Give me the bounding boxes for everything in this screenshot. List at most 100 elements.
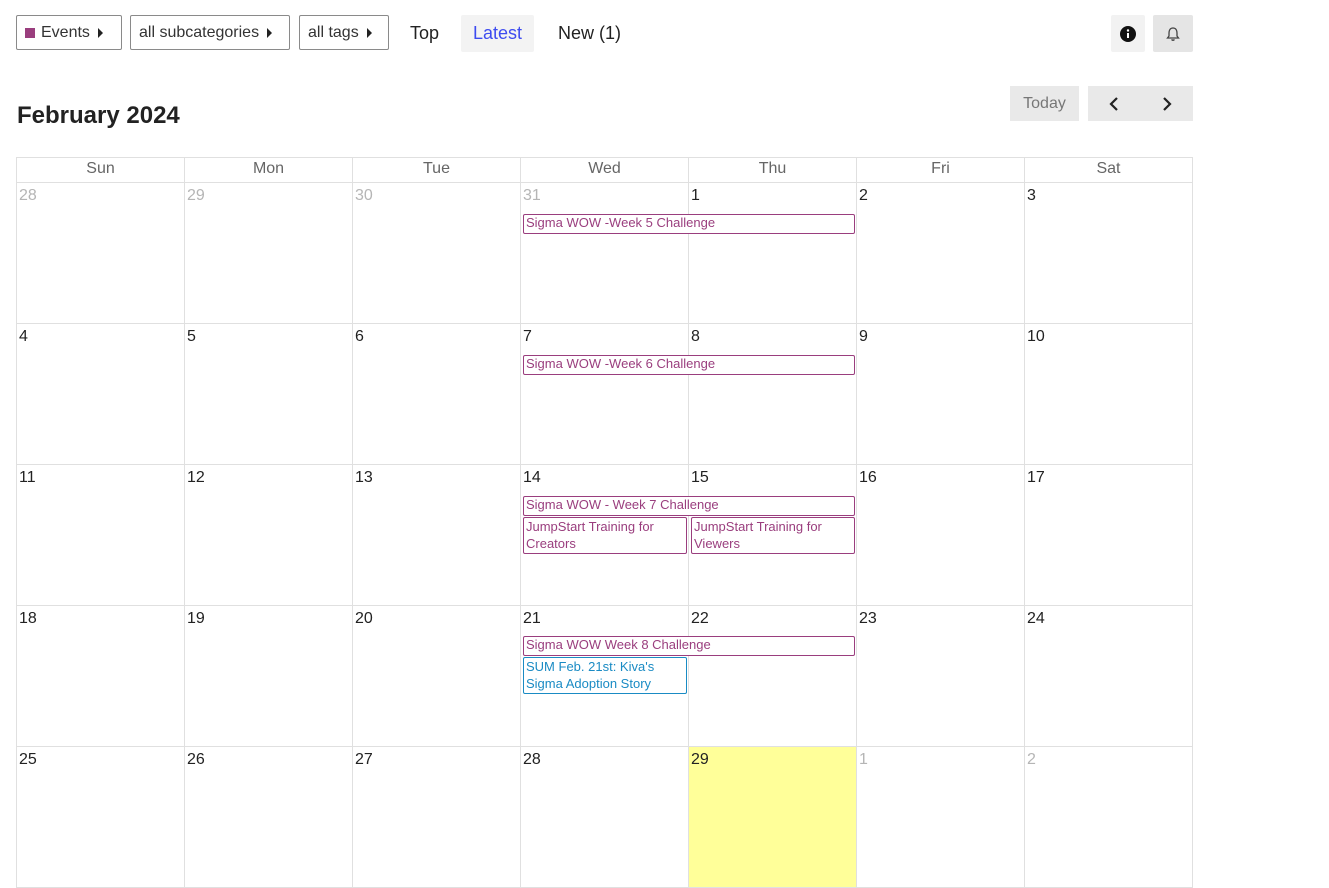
subcategory-dropdown[interactable]: all subcategories bbox=[130, 15, 290, 50]
month-navigation bbox=[1088, 86, 1193, 121]
weekday-mon: Mon bbox=[185, 158, 353, 182]
day-number: 1 bbox=[691, 187, 700, 204]
day-cell[interactable]: 17 bbox=[1025, 465, 1193, 606]
day-cell[interactable]: 24 bbox=[1025, 606, 1193, 747]
calendar-week: 4 5 6 7 8 9 10 Sigma WOW -Week 6 Challen… bbox=[16, 324, 1193, 465]
day-number: 2 bbox=[859, 187, 868, 204]
day-cell[interactable]: 7 bbox=[521, 324, 689, 465]
day-number: 11 bbox=[19, 469, 36, 486]
day-cell[interactable]: 25 bbox=[17, 747, 185, 888]
day-number: 28 bbox=[19, 187, 37, 204]
caret-right-icon bbox=[97, 27, 103, 38]
calendar-event[interactable]: Sigma WOW Week 8 Challenge bbox=[523, 636, 855, 656]
day-cell[interactable]: 23 bbox=[857, 606, 1025, 747]
day-number: 17 bbox=[1027, 469, 1045, 486]
day-number: 14 bbox=[523, 469, 541, 486]
day-cell[interactable]: 29 bbox=[185, 183, 353, 324]
calendar-week: 18 19 20 21 22 23 24 Sigma WOW Week 8 Ch… bbox=[16, 606, 1193, 747]
day-cell[interactable]: 22 bbox=[689, 606, 857, 747]
weekday-wed: Wed bbox=[521, 158, 689, 182]
tab-latest[interactable]: Latest bbox=[461, 15, 535, 52]
day-cell[interactable]: 3 bbox=[1025, 183, 1193, 324]
day-cell[interactable]: 27 bbox=[353, 747, 521, 888]
day-cell[interactable]: 2 bbox=[1025, 747, 1193, 888]
chevron-left-icon bbox=[1109, 96, 1118, 111]
day-cell[interactable]: 16 bbox=[857, 465, 1025, 606]
day-cell[interactable]: 31 bbox=[521, 183, 689, 324]
info-button[interactable] bbox=[1111, 15, 1145, 52]
day-number: 22 bbox=[691, 610, 709, 627]
calendar-grid: Sun Mon Tue Wed Thu Fri Sat 28 29 30 31 … bbox=[16, 157, 1193, 888]
day-number: 9 bbox=[859, 328, 868, 345]
day-number: 6 bbox=[355, 328, 364, 345]
weekday-tue: Tue bbox=[353, 158, 521, 182]
day-number: 19 bbox=[187, 610, 205, 627]
day-number: 3 bbox=[1027, 187, 1036, 204]
day-cell[interactable]: 18 bbox=[17, 606, 185, 747]
day-number: 26 bbox=[187, 751, 205, 768]
weekday-sat: Sat bbox=[1025, 158, 1193, 182]
day-cell[interactable]: 28 bbox=[17, 183, 185, 324]
day-cell[interactable]: 11 bbox=[17, 465, 185, 606]
calendar-event[interactable]: SUM Feb. 21st: Kiva's Sigma Adoption Sto… bbox=[523, 657, 687, 694]
day-number: 25 bbox=[19, 751, 37, 768]
prev-month-button[interactable] bbox=[1088, 86, 1140, 121]
day-cell[interactable]: 20 bbox=[353, 606, 521, 747]
day-number: 8 bbox=[691, 328, 700, 345]
notifications-button[interactable] bbox=[1153, 15, 1193, 52]
caret-right-icon bbox=[267, 27, 273, 38]
day-number: 18 bbox=[19, 610, 37, 627]
day-cell-today[interactable]: 29 bbox=[689, 747, 857, 888]
calendar-event[interactable]: Sigma WOW -Week 6 Challenge bbox=[523, 355, 855, 375]
day-cell[interactable]: 19 bbox=[185, 606, 353, 747]
day-cell[interactable]: 12 bbox=[185, 465, 353, 606]
weekday-thu: Thu bbox=[689, 158, 857, 182]
day-number: 21 bbox=[523, 610, 541, 627]
day-number: 7 bbox=[523, 328, 532, 345]
tab-top[interactable]: Top bbox=[398, 15, 451, 52]
calendar-week: 11 12 13 14 15 16 17 Sigma WOW - Week 7 … bbox=[16, 465, 1193, 606]
category-label: Events bbox=[41, 23, 90, 41]
category-dropdown[interactable]: Events bbox=[16, 15, 122, 50]
chevron-right-icon bbox=[1163, 96, 1172, 111]
day-number: 5 bbox=[187, 328, 196, 345]
calendar-event[interactable]: JumpStart Training for Creators bbox=[523, 517, 687, 554]
tags-dropdown[interactable]: all tags bbox=[299, 15, 389, 50]
day-cell[interactable]: 9 bbox=[857, 324, 1025, 465]
navigation-bar: Events all subcategories all tags Top La… bbox=[16, 15, 1193, 52]
day-cell[interactable]: 2 bbox=[857, 183, 1025, 324]
day-number: 31 bbox=[523, 187, 541, 204]
weekday-header: Sun Mon Tue Wed Thu Fri Sat bbox=[16, 157, 1193, 183]
tab-new[interactable]: New (1) bbox=[546, 15, 633, 52]
day-number: 29 bbox=[691, 751, 709, 768]
day-number: 24 bbox=[1027, 610, 1045, 627]
day-number: 12 bbox=[187, 469, 205, 486]
calendar-title: February 2024 bbox=[17, 102, 180, 129]
day-cell[interactable]: 1 bbox=[857, 747, 1025, 888]
tags-label: all tags bbox=[308, 23, 359, 41]
weekday-sun: Sun bbox=[17, 158, 185, 182]
day-number: 16 bbox=[859, 469, 877, 486]
day-cell[interactable]: 28 bbox=[521, 747, 689, 888]
day-cell[interactable]: 10 bbox=[1025, 324, 1193, 465]
day-cell[interactable]: 6 bbox=[353, 324, 521, 465]
today-button[interactable]: Today bbox=[1010, 86, 1079, 121]
calendar-event[interactable]: Sigma WOW - Week 7 Challenge bbox=[523, 496, 855, 516]
day-number: 30 bbox=[355, 187, 373, 204]
day-cell[interactable]: 13 bbox=[353, 465, 521, 606]
calendar-week: 25 26 27 28 29 1 2 bbox=[16, 747, 1193, 888]
day-number: 10 bbox=[1027, 328, 1045, 345]
calendar-event[interactable]: JumpStart Training for Viewers bbox=[691, 517, 855, 554]
day-cell[interactable]: 4 bbox=[17, 324, 185, 465]
calendar-week: 28 29 30 31 1 2 3 Sigma WOW -Week 5 Chal… bbox=[16, 183, 1193, 324]
next-month-button[interactable] bbox=[1141, 86, 1193, 121]
day-cell[interactable]: 5 bbox=[185, 324, 353, 465]
day-cell[interactable]: 26 bbox=[185, 747, 353, 888]
day-number: 27 bbox=[355, 751, 373, 768]
day-cell[interactable]: 30 bbox=[353, 183, 521, 324]
day-number: 29 bbox=[187, 187, 205, 204]
bell-icon bbox=[1166, 26, 1180, 41]
calendar-event[interactable]: Sigma WOW -Week 5 Challenge bbox=[523, 214, 855, 234]
day-cell[interactable]: 8 bbox=[689, 324, 857, 465]
day-cell[interactable]: 1 bbox=[689, 183, 857, 324]
